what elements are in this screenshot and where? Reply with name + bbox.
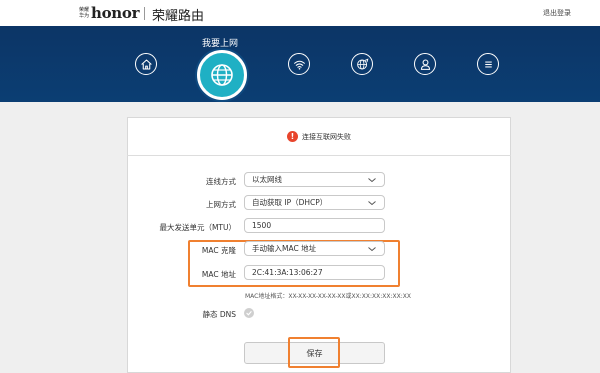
mtu-label: 最大发送单元（MTU）	[159, 223, 236, 232]
mtu-value: 1500	[252, 221, 272, 230]
warning-icon: !	[287, 131, 298, 142]
static-dns-toggle[interactable]	[244, 308, 254, 318]
check-icon	[246, 311, 252, 316]
connection-alert: ! 连接互联网失败	[287, 131, 351, 142]
panel-divider	[127, 155, 511, 156]
menu-icon	[484, 61, 492, 67]
nav-internet[interactable]	[197, 50, 247, 100]
nav-network-settings[interactable]	[351, 53, 373, 75]
connection-type-value: 以太网线	[252, 175, 282, 184]
logo-small-bottom: 华为	[79, 13, 90, 19]
connection-type-label: 连线方式	[206, 177, 236, 186]
logout-link[interactable]: 退出登录	[543, 8, 571, 18]
network-settings-icon	[356, 57, 368, 69]
chevron-down-icon	[368, 178, 376, 183]
nav-home[interactable]	[135, 53, 157, 75]
mac-clone-label: MAC 克隆	[201, 246, 236, 255]
user-icon	[420, 59, 430, 70]
chevron-down-icon	[368, 201, 376, 206]
nav-more[interactable]	[477, 53, 499, 75]
active-nav-label: 我要上网	[202, 39, 239, 49]
wifi-icon	[293, 60, 305, 70]
home-icon	[140, 59, 152, 69]
alert-text: 连接互联网失败	[302, 132, 351, 141]
top-header: 荣耀 华为 honor 荣耀路由 退出登录	[0, 0, 600, 26]
internet-mode-label: 上网方式	[206, 200, 236, 209]
save-highlight-box	[288, 337, 340, 368]
connection-type-select[interactable]: 以太网线	[244, 172, 385, 187]
mac-format-hint: MAC地址格式：XX-XX-XX-XX-XX-XX或XX:XX:XX:XX:XX…	[245, 293, 411, 300]
internet-mode-value: 自动获取 IP（DHCP）	[252, 198, 328, 207]
app-title: 荣耀路由	[152, 9, 205, 24]
mac-address-input[interactable]: 2C:41:3A:13:06:27	[244, 265, 385, 280]
logo-divider	[144, 7, 145, 20]
mac-clone-value: 手动输入MAC 地址	[252, 244, 317, 253]
mac-address-label: MAC 地址	[201, 270, 236, 279]
chevron-down-icon	[368, 247, 376, 252]
static-dns-label: 静态 DNS	[202, 310, 236, 319]
nav-wifi[interactable]	[288, 53, 310, 75]
mac-clone-select[interactable]: 手动输入MAC 地址	[244, 241, 385, 256]
mtu-input[interactable]: 1500	[244, 218, 385, 233]
logo-text: honor	[91, 4, 140, 22]
honor-logo: 荣耀 华为 honor	[79, 4, 140, 22]
internet-mode-select[interactable]: 自动获取 IP（DHCP）	[244, 195, 385, 210]
nav-user[interactable]	[414, 53, 436, 75]
mac-address-value: 2C:41:3A:13:06:27	[252, 268, 323, 277]
globe-icon	[211, 64, 233, 86]
